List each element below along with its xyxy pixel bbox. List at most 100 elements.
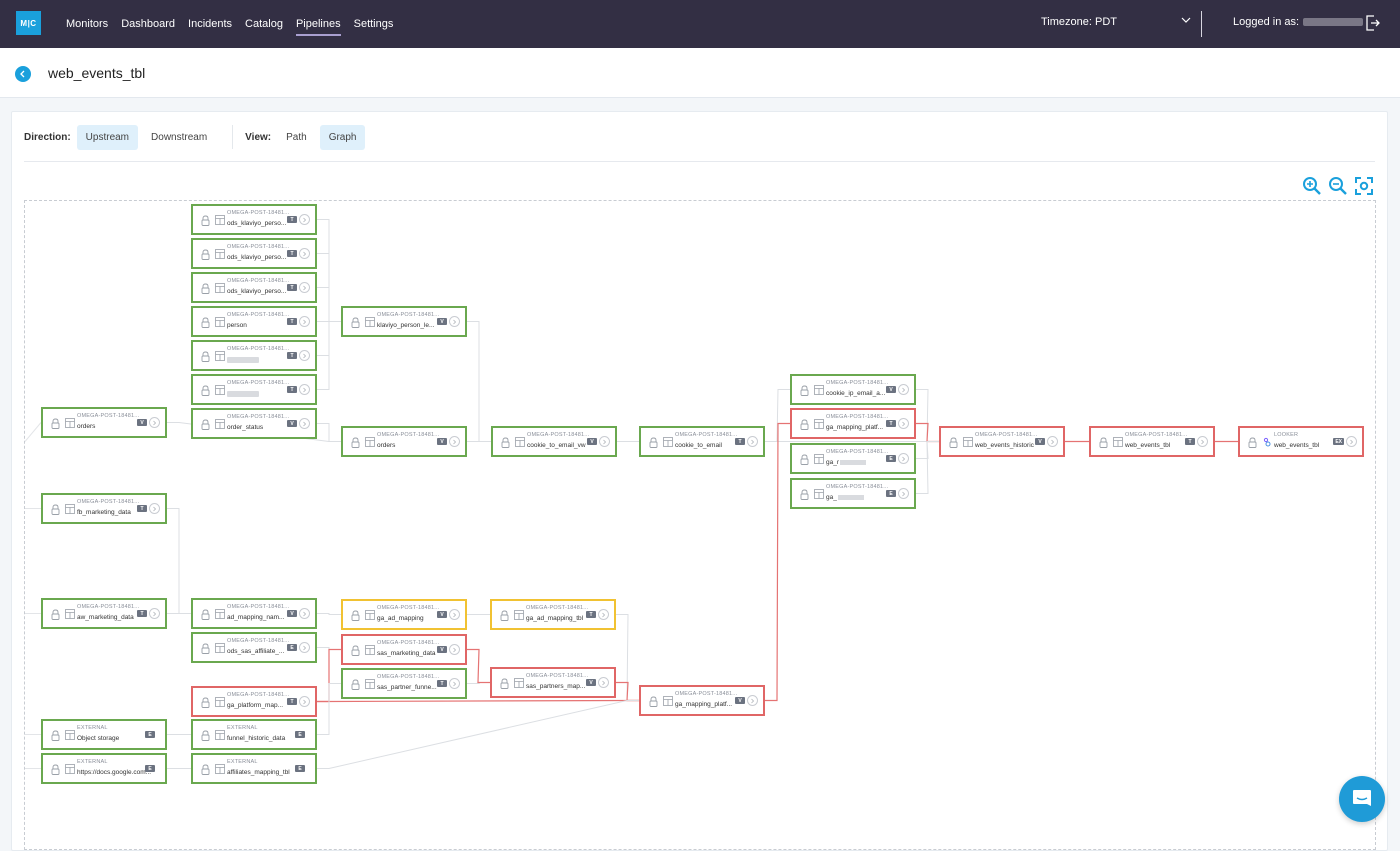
lineage-node[interactable]: OMEGA-POST-18481... sas_marketing_data V bbox=[341, 634, 467, 665]
expand-node-button[interactable] bbox=[747, 695, 758, 706]
lineage-node[interactable]: OMEGA-POST-18481... sas_partner_funne...… bbox=[341, 668, 467, 699]
lineage-node[interactable]: OMEGA-POST-18481... cookie_to_email_vw V bbox=[491, 426, 617, 457]
expand-node-button[interactable] bbox=[299, 384, 310, 395]
expand-node-button[interactable] bbox=[299, 214, 310, 225]
redacted-username bbox=[1303, 18, 1364, 26]
lineage-node[interactable]: EXTERNAL https://docs.google.com... E bbox=[41, 753, 167, 784]
expand-node-button[interactable] bbox=[299, 282, 310, 293]
expand-node-button[interactable] bbox=[449, 436, 460, 447]
node-source: OMEGA-POST-18481... bbox=[227, 278, 290, 284]
expand-node-button[interactable] bbox=[299, 248, 310, 259]
node-name: aw_marketing_data bbox=[77, 614, 134, 621]
lineage-node[interactable]: OMEGA-POST-18481... web_events_historic … bbox=[939, 426, 1065, 457]
chat-button[interactable] bbox=[1339, 776, 1385, 822]
lineage-node[interactable]: OMEGA-POST-18481... ga_platform_map... T bbox=[191, 686, 317, 717]
zoom-in-icon[interactable] bbox=[1302, 176, 1322, 196]
direction-upstream-button[interactable]: Upstream bbox=[76, 124, 139, 150]
lineage-node[interactable]: OMEGA-POST-18481... T bbox=[191, 340, 317, 371]
lineage-node[interactable]: EXTERNAL Object storage E bbox=[41, 719, 167, 750]
expand-node-button[interactable] bbox=[299, 316, 310, 327]
logo[interactable]: M|C bbox=[16, 11, 41, 35]
expand-node-button[interactable] bbox=[1197, 436, 1208, 447]
expand-node-button[interactable] bbox=[449, 609, 460, 620]
nav-item-settings[interactable]: Settings bbox=[354, 0, 394, 48]
lineage-node[interactable]: OMEGA-POST-18481... ods_sas_affiliate_..… bbox=[191, 632, 317, 663]
lineage-node[interactable]: OMEGA-POST-18481... ga_mapping_platf... … bbox=[639, 685, 765, 716]
expand-node-button[interactable] bbox=[299, 696, 310, 707]
nav-item-catalog[interactable]: Catalog bbox=[245, 0, 283, 48]
logout-icon[interactable] bbox=[1364, 13, 1380, 33]
lineage-node[interactable]: OMEGA-POST-18481... ga_ E bbox=[790, 478, 916, 509]
nav-item-dashboard[interactable]: Dashboard bbox=[121, 0, 175, 48]
expand-node-button[interactable] bbox=[149, 608, 160, 619]
node-type-badge: V bbox=[886, 386, 896, 393]
lineage-node[interactable]: LOOKER web_events_tbl EX bbox=[1238, 426, 1364, 457]
expand-node-button[interactable] bbox=[898, 384, 909, 395]
node-name: person bbox=[227, 322, 247, 329]
direction-downstream-button[interactable]: Downstream bbox=[142, 125, 216, 150]
fit-view-icon[interactable] bbox=[1354, 176, 1374, 196]
expand-node-button[interactable] bbox=[747, 436, 758, 447]
lineage-node[interactable]: EXTERNAL funnel_historic_data E bbox=[191, 719, 317, 750]
lineage-node[interactable]: OMEGA-POST-18481... ad_mapping_nam... V bbox=[191, 598, 317, 629]
lineage-node[interactable]: OMEGA-POST-18481... cookie_to_email T bbox=[639, 426, 765, 457]
node-source: OMEGA-POST-18481... bbox=[526, 605, 589, 611]
expand-node-button[interactable] bbox=[598, 677, 609, 688]
lineage-node[interactable]: OMEGA-POST-18481... T bbox=[191, 374, 317, 405]
expand-node-button[interactable] bbox=[898, 453, 909, 464]
lineage-node[interactable]: OMEGA-POST-18481... web_events_tbl T bbox=[1089, 426, 1215, 457]
nav-item-pipelines[interactable]: Pipelines bbox=[295, 0, 341, 48]
expand-node-button[interactable] bbox=[598, 609, 609, 620]
lineage-node[interactable]: OMEGA-POST-18481... person T bbox=[191, 306, 317, 337]
lineage-node[interactable]: OMEGA-POST-18481... order_status V bbox=[191, 408, 317, 439]
lineage-node[interactable]: OMEGA-POST-18481... orders V bbox=[341, 426, 467, 457]
lineage-node[interactable]: OMEGA-POST-18481... ga_ad_mapping_tbl T bbox=[490, 599, 616, 630]
lock-icon bbox=[1099, 437, 1108, 448]
lineage-node[interactable]: OMEGA-POST-18481... ga_r E bbox=[790, 443, 916, 474]
view-graph-button[interactable]: Graph bbox=[319, 124, 366, 150]
expand-node-button[interactable] bbox=[299, 350, 310, 361]
zoom-out-icon[interactable] bbox=[1328, 176, 1348, 196]
expand-node-button[interactable] bbox=[449, 678, 460, 689]
expand-node-button[interactable] bbox=[898, 418, 909, 429]
node-source: EXTERNAL bbox=[77, 759, 108, 765]
chevron-left-icon bbox=[20, 70, 25, 78]
expand-node-button[interactable] bbox=[599, 436, 610, 447]
lineage-node[interactable]: OMEGA-POST-18481... ods_klaviyo_perso...… bbox=[191, 204, 317, 235]
lineage-node[interactable]: OMEGA-POST-18481... orders V bbox=[41, 407, 167, 438]
expand-node-button[interactable] bbox=[1346, 436, 1357, 447]
lock-icon bbox=[649, 696, 658, 707]
expand-node-button[interactable] bbox=[898, 488, 909, 499]
timezone-select[interactable]: Timezone: PDT bbox=[1041, 16, 1117, 28]
chevron-right-icon bbox=[453, 681, 457, 686]
lock-icon bbox=[800, 419, 809, 430]
nav-item-incidents[interactable]: Incidents bbox=[188, 0, 232, 48]
expand-node-button[interactable] bbox=[299, 642, 310, 653]
nav-item-monitors[interactable]: Monitors bbox=[66, 0, 108, 48]
lineage-node[interactable]: OMEGA-POST-18481... aw_marketing_data T bbox=[41, 598, 167, 629]
lineage-node[interactable]: OMEGA-POST-18481... ods_klaviyo_perso...… bbox=[191, 238, 317, 269]
edge-stub bbox=[25, 422, 42, 442]
node-source: OMEGA-POST-18481... bbox=[526, 673, 589, 679]
view-path-button[interactable]: Path bbox=[277, 125, 316, 150]
node-name: klaviyo_person_le... bbox=[377, 322, 435, 329]
expand-node-button[interactable] bbox=[299, 418, 310, 429]
lineage-node[interactable]: OMEGA-POST-18481... ga_ad_mapping V bbox=[341, 599, 467, 630]
expand-node-button[interactable] bbox=[299, 608, 310, 619]
lineage-node[interactable]: OMEGA-POST-18481... ga_mapping_platf... … bbox=[790, 408, 916, 439]
lineage-node[interactable]: OMEGA-POST-18481... ods_klaviyo_perso...… bbox=[191, 272, 317, 303]
lineage-node[interactable]: OMEGA-POST-18481... sas_partners_map... … bbox=[490, 667, 616, 698]
lineage-node[interactable]: EXTERNAL affiliates_mapping_tbl E bbox=[191, 753, 317, 784]
expand-node-button[interactable] bbox=[449, 644, 460, 655]
lineage-node[interactable]: OMEGA-POST-18481... cookie_ip_email_a...… bbox=[790, 374, 916, 405]
expand-node-button[interactable] bbox=[149, 503, 160, 514]
chevron-down-icon[interactable] bbox=[1181, 15, 1191, 25]
lineage-node[interactable]: OMEGA-POST-18481... klaviyo_person_le...… bbox=[341, 306, 467, 337]
back-button[interactable] bbox=[15, 66, 31, 82]
lineage-node[interactable]: OMEGA-POST-18481... fb_marketing_data T bbox=[41, 493, 167, 524]
expand-node-button[interactable] bbox=[1047, 436, 1058, 447]
lineage-graph[interactable]: OMEGA-POST-18481... ods_klaviyo_perso...… bbox=[24, 200, 1376, 850]
expand-node-button[interactable] bbox=[449, 316, 460, 327]
edge bbox=[317, 613, 341, 615]
expand-node-button[interactable] bbox=[149, 417, 160, 428]
